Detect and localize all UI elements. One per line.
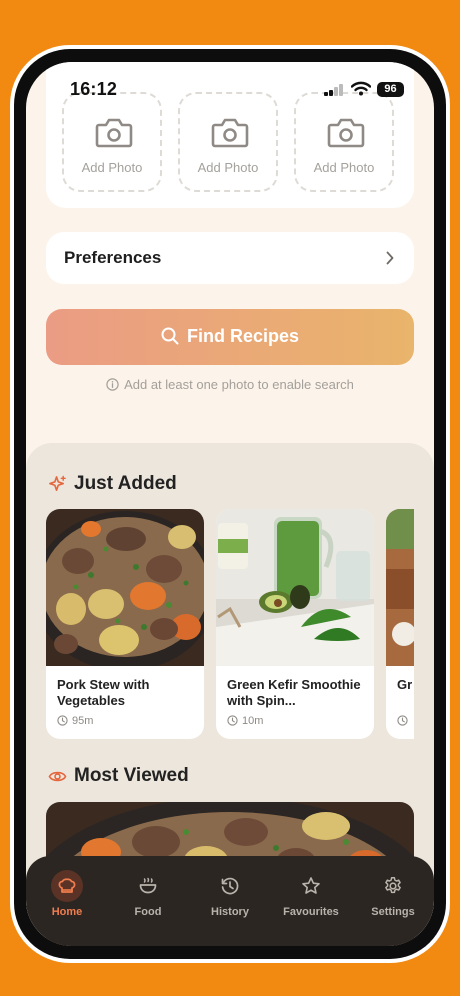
star-icon [295, 870, 327, 902]
tab-history[interactable]: History [190, 870, 270, 930]
recipe-title: Green Kefir Smoothie with Spin... [227, 677, 361, 708]
tab-label: Settings [371, 906, 415, 918]
recipe-time [397, 715, 412, 727]
add-photo-label: Add Photo [197, 160, 259, 175]
status-bar: 16:12 96 [26, 76, 434, 104]
recipe-time: 10m [227, 715, 263, 727]
find-recipes-button[interactable]: Find Recipes [46, 309, 414, 365]
add-photo-slot-1[interactable]: Add Photo [62, 92, 162, 192]
recipe-image-partial [386, 509, 414, 666]
history-icon [214, 870, 246, 902]
tab-favourites[interactable]: Favourites [271, 870, 351, 930]
recipe-card-kefir-smoothie[interactable]: Green Kefir Smoothie with Spin... 10m [216, 509, 374, 739]
clock-icon [227, 715, 238, 726]
gear-icon [377, 870, 409, 902]
chef-hat-icon [51, 870, 83, 902]
add-photo-label: Add Photo [313, 160, 375, 175]
recipe-title: Gr [397, 677, 413, 692]
wifi-icon [351, 81, 371, 96]
chevron-right-icon [386, 251, 394, 265]
bottom-tab-bar: Home Food History Favourites Settings [26, 856, 434, 946]
recipe-title: Pork Stew with Vegetables [57, 677, 150, 708]
search-hint: Add at least one photo to enable search [26, 377, 434, 392]
battery-indicator: 96 [377, 82, 404, 97]
recipe-time-value: 95m [72, 715, 94, 727]
tab-settings[interactable]: Settings [353, 870, 433, 930]
preferences-label: Preferences [64, 248, 162, 267]
tab-home[interactable]: Home [27, 870, 107, 930]
kefir-smoothie-image [216, 509, 374, 666]
preferences-row[interactable]: Preferences [46, 232, 414, 284]
camera-icon [95, 118, 133, 148]
tab-label: Home [51, 906, 83, 918]
status-time: 16:12 [70, 79, 118, 99]
tab-label: Favourites [283, 906, 339, 918]
cellular-signal-icon [324, 84, 344, 96]
search-hint-text: Add at least one photo to enable search [124, 377, 354, 392]
find-recipes-label: Find Recipes [186, 326, 300, 346]
recipe-card-partial[interactable]: Gr [386, 509, 414, 739]
sparkle-icon [49, 475, 66, 492]
camera-icon [211, 118, 249, 148]
tab-label: History [211, 906, 249, 918]
camera-icon [327, 118, 365, 148]
search-icon [161, 327, 179, 345]
clock-icon [57, 715, 68, 726]
add-photo-label: Add Photo [81, 160, 143, 175]
recipe-card-pork-stew[interactable]: Pork Stew with Vegetables 95m [46, 509, 204, 739]
just-added-title: Just Added [74, 473, 177, 494]
eye-icon [48, 771, 67, 782]
pork-stew-image [46, 509, 204, 666]
add-photo-slot-2[interactable]: Add Photo [178, 92, 278, 192]
tab-label: Food [134, 906, 162, 918]
add-photo-slot-3[interactable]: Add Photo [294, 92, 394, 192]
info-icon [106, 378, 119, 391]
clock-icon [397, 715, 408, 726]
most-viewed-title: Most Viewed [74, 765, 189, 786]
bowl-icon [132, 870, 164, 902]
tab-food[interactable]: Food [108, 870, 188, 930]
recipe-time-value: 10m [242, 715, 264, 727]
recipe-time: 95m [57, 715, 93, 727]
app-screen: Add Photo Add Photo Add Photo 16:12 96 P… [26, 62, 434, 946]
